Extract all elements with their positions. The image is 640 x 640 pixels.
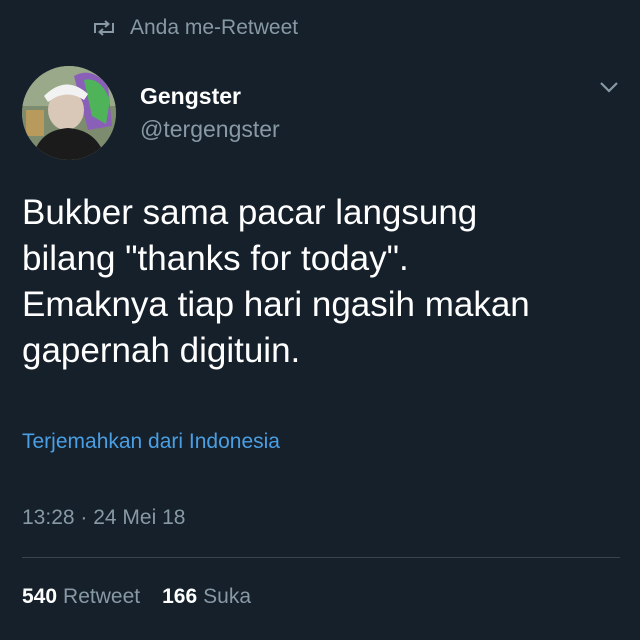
like-count-label: Suka: [203, 585, 252, 608]
tweet-text-line: Bukber sama pacar langsung: [22, 193, 478, 232]
tweet-text: Bukber sama pacar langsung bilang "thank…: [22, 190, 622, 374]
retweet-banner: Anda me-Retweet: [92, 16, 298, 40]
translate-link[interactable]: Terjemahkan dari Indonesia: [22, 430, 280, 454]
tweet-stats: 540 Retweet 166 Suka: [22, 585, 251, 609]
retweet-banner-text: Anda me-Retweet: [130, 16, 299, 39]
retweet-icon: [92, 19, 116, 37]
retweet-count-number: 540: [22, 585, 58, 608]
like-count[interactable]: 166 Suka: [162, 585, 251, 609]
tweet-header: Gengster @tergengster: [22, 66, 620, 162]
tweet-timestamp[interactable]: 13:28 · 24 Mei 18: [22, 506, 185, 530]
chevron-down-icon[interactable]: [598, 80, 620, 99]
tweet-text-line: Emaknya tiap hari ngasih makan: [22, 285, 530, 324]
author-names: Gengster @tergengster: [140, 82, 280, 144]
tweet-text-line: bilang "thanks for today".: [22, 239, 409, 278]
divider: [22, 557, 620, 558]
retweet-count[interactable]: 540 Retweet: [22, 585, 140, 609]
retweet-count-label: Retweet: [63, 585, 141, 608]
avatar[interactable]: [22, 66, 116, 160]
tweet-text-line: gapernah digituin.: [22, 331, 301, 370]
author-handle[interactable]: @tergengster: [140, 114, 280, 144]
author-display-name[interactable]: Gengster: [140, 82, 280, 110]
like-count-number: 166: [162, 585, 198, 608]
